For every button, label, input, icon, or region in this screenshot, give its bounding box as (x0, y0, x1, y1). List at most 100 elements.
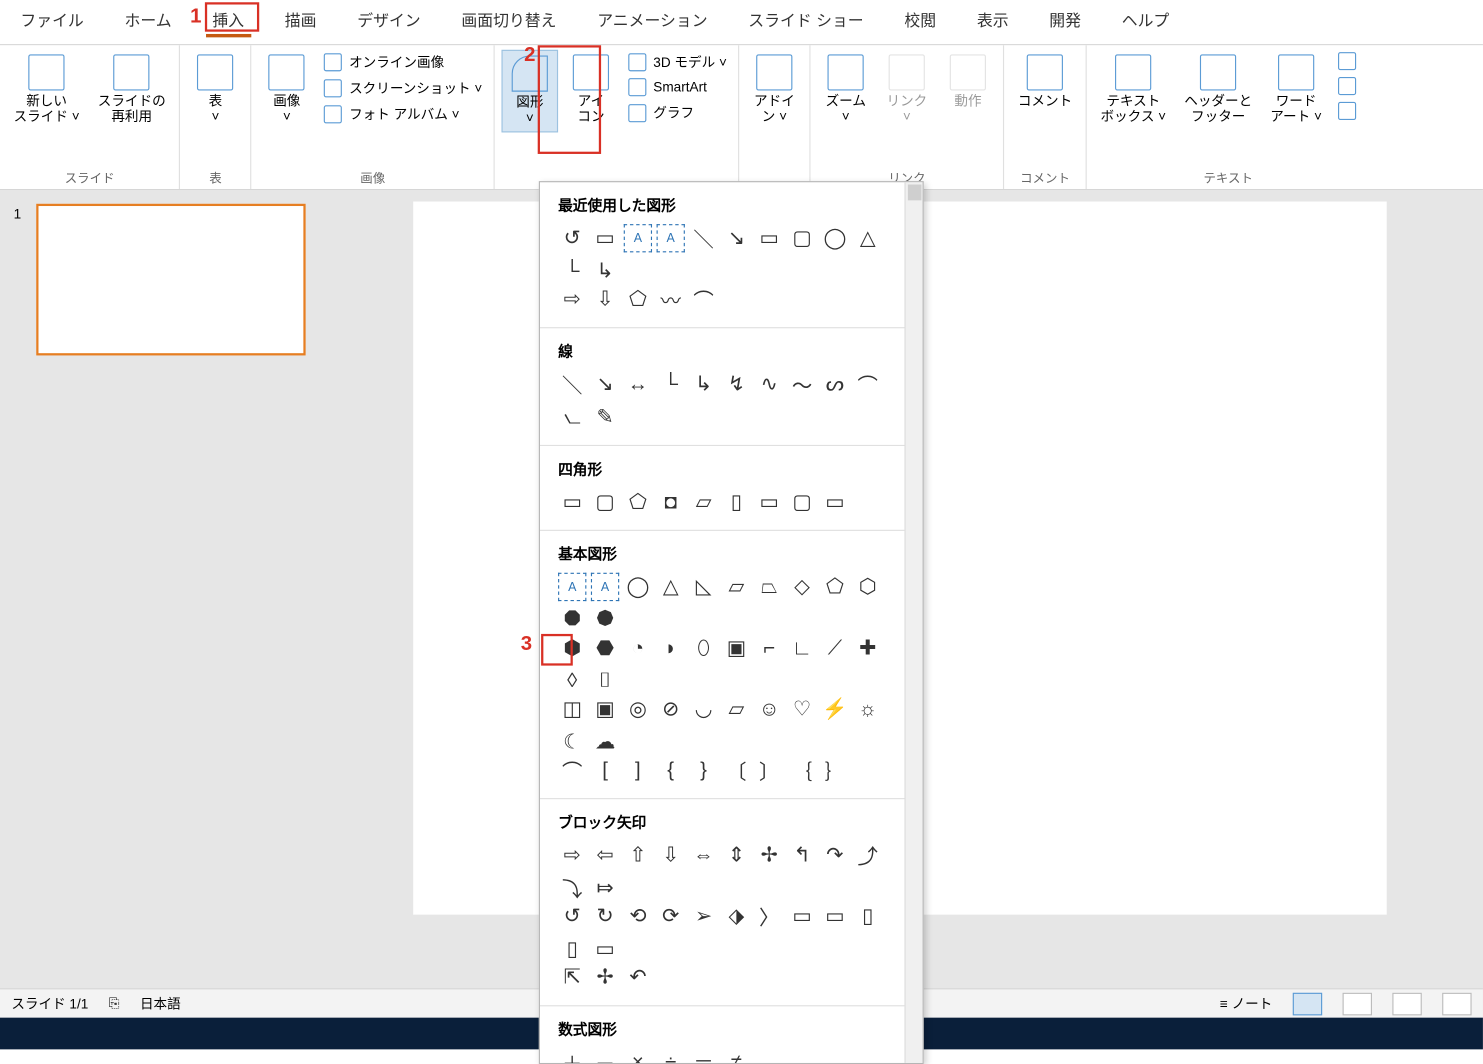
shape-pie[interactable]: ◔ (624, 634, 652, 662)
shape-ar-r[interactable]: ⇨ (558, 841, 586, 869)
smartart-button[interactable]: SmartArt (624, 76, 732, 99)
tab-review[interactable]: 校閲 (898, 7, 943, 38)
shape-cross[interactable]: ✚ (854, 634, 882, 662)
shape-freeform-2[interactable]: 〰 (657, 285, 685, 313)
shape-ar-quad[interactable]: ✢ (755, 841, 783, 869)
notes-button[interactable]: ≡ ノート (1220, 994, 1272, 1013)
object-button[interactable] (1333, 100, 1362, 123)
zoom-button[interactable]: ズーム ˅ (817, 50, 874, 130)
shape-arrow-right[interactable]: ⇨ (558, 285, 586, 313)
shape-textbox-h[interactable]: A (624, 224, 652, 252)
shape-brace-r[interactable]: } (689, 756, 717, 784)
shape-ar-c4[interactable]: ⟳ (657, 902, 685, 930)
shape-cube[interactable]: ◫ (558, 695, 586, 723)
shape-ar-striped[interactable]: ⤇ (591, 874, 619, 902)
thumbnail-pane[interactable]: 1 (0, 190, 317, 1027)
icons-button[interactable]: アイ コン (563, 50, 620, 130)
shapes-button[interactable]: 図形 ˅ (502, 50, 559, 132)
shape-diamond[interactable]: ◇ (788, 573, 816, 601)
shape-arc[interactable]: ⌒ (558, 756, 586, 784)
tab-developer[interactable]: 開発 (1043, 7, 1088, 38)
shape-ar-x3[interactable]: ↶ (624, 963, 652, 991)
shape-line-7[interactable]: ∿ (755, 370, 783, 398)
shape-eq-minus[interactable]: － (591, 1048, 619, 1064)
shape-ar-callr[interactable]: ▭ (788, 902, 816, 930)
shape-rect-9[interactable]: ▭ (821, 488, 849, 516)
action-button[interactable]: 動作 (940, 50, 997, 114)
shape-connector-l[interactable]: └ (558, 257, 586, 285)
shape-lshape[interactable]: ∟ (788, 634, 816, 662)
shape-trap[interactable]: ⏢ (755, 573, 783, 601)
shape-dec[interactable]: ⬢ (558, 634, 586, 662)
shape-hex[interactable]: ⬡ (854, 573, 882, 601)
link-button[interactable]: リンク ˅ (879, 50, 936, 130)
shape-line-4[interactable]: └ (657, 370, 685, 398)
shape-rtri[interactable]: ◺ (689, 573, 717, 601)
tab-file[interactable]: ファイル (14, 7, 91, 38)
shape-dodec[interactable]: ⬣ (591, 634, 619, 662)
status-language[interactable]: 日本語 (140, 994, 181, 1013)
shape-ar-bend[interactable]: ⤵ (558, 874, 586, 902)
shape-eq-div[interactable]: ÷ (657, 1048, 685, 1064)
tab-help[interactable]: ヘルプ (1115, 7, 1176, 38)
shape-chord[interactable]: ◗ (657, 634, 685, 662)
slide-thumbnail-1[interactable]: 1 (36, 204, 305, 356)
view-normal-button[interactable] (1293, 992, 1322, 1015)
shape-ar-notch[interactable]: ➢ (689, 902, 717, 930)
shape-line-11[interactable]: ⦦ (558, 403, 586, 431)
shapes-scrollbar[interactable] (904, 182, 922, 1063)
shape-rect-5[interactable]: ▱ (689, 488, 717, 516)
shape-triangle[interactable]: △ (854, 224, 882, 252)
shape-ar-u[interactable]: ⇧ (624, 841, 652, 869)
view-reading-button[interactable] (1392, 992, 1421, 1015)
shape-frame[interactable]: ▣ (722, 634, 750, 662)
shape-moon[interactable]: ☾ (558, 728, 586, 756)
shape-rect-4[interactable]: ◘ (657, 488, 685, 516)
shape-ar-calll[interactable]: ▭ (821, 902, 849, 930)
shape-rect-callout[interactable]: ▭ (591, 224, 619, 252)
header-footer-button[interactable]: ヘッダーと フッター (1177, 50, 1259, 130)
screenshot-button[interactable]: スクリーンショット ˅ (320, 76, 487, 100)
new-slide-button[interactable]: 新しい スライド ˅ (7, 50, 87, 130)
shape-ar-ud[interactable]: ⇕ (722, 841, 750, 869)
view-sorter-button[interactable] (1343, 992, 1372, 1015)
shape-pentagon-arrow[interactable]: ⬠ (624, 285, 652, 313)
shape-ar-bent[interactable]: ↰ (788, 841, 816, 869)
shape-heart[interactable]: ♡ (788, 695, 816, 723)
shape-tb-h[interactable]: A (558, 573, 586, 601)
shape-arrow-line[interactable]: ↘ (722, 224, 750, 252)
shape-ar-d[interactable]: ⇩ (657, 841, 685, 869)
shape-foldedcorner[interactable]: ▱ (722, 695, 750, 723)
shape-line-3[interactable]: ↔ (624, 370, 652, 398)
shape-pent[interactable]: ⬠ (821, 573, 849, 601)
shape-ar-x2[interactable]: ✢ (591, 963, 619, 991)
shape-donut[interactable]: ◎ (624, 695, 652, 723)
shape-para[interactable]: ▱ (722, 573, 750, 601)
shape-oval[interactable]: ◯ (821, 224, 849, 252)
shape-eq-plus[interactable]: ＋ (558, 1048, 586, 1064)
shape-rect-2[interactable]: ▢ (591, 488, 619, 516)
shape-curve[interactable]: ⌒ (689, 285, 717, 313)
shape-tri[interactable]: △ (657, 573, 685, 601)
shape-freeform[interactable]: ↺ (558, 224, 586, 252)
accessibility-icon[interactable]: ⎘ (109, 995, 120, 1012)
shape-ar-x1[interactable]: ⇱ (558, 963, 586, 991)
shape-eq-eq[interactable]: ＝ (689, 1048, 717, 1064)
shape-eq-mult[interactable]: × (624, 1048, 652, 1064)
shape-rect-3[interactable]: ⬠ (624, 488, 652, 516)
shape-arrow-down[interactable]: ⇩ (591, 285, 619, 313)
date-time-button[interactable] (1333, 50, 1362, 73)
shape-rect-6[interactable]: ▯ (722, 488, 750, 516)
shape-ar-c2[interactable]: ↻ (591, 902, 619, 930)
shape-line-8[interactable]: 〜 (788, 370, 816, 398)
shape-ar-calllr[interactable]: ▭ (591, 935, 619, 963)
shape-ar-pent[interactable]: ⬗ (722, 902, 750, 930)
tab-animation[interactable]: アニメーション (590, 7, 714, 38)
textbox-button[interactable]: テキスト ボックス ˅ (1094, 50, 1173, 130)
shape-rect-8[interactable]: ▢ (788, 488, 816, 516)
shape-sun[interactable]: ☼ (854, 695, 882, 723)
chart-button[interactable]: グラフ (624, 101, 732, 125)
shape-rect-7[interactable]: ▭ (755, 488, 783, 516)
shape-ar-lr[interactable]: ⇔ (689, 841, 717, 869)
shape-dbracket-l[interactable]: 〔 (722, 756, 750, 784)
